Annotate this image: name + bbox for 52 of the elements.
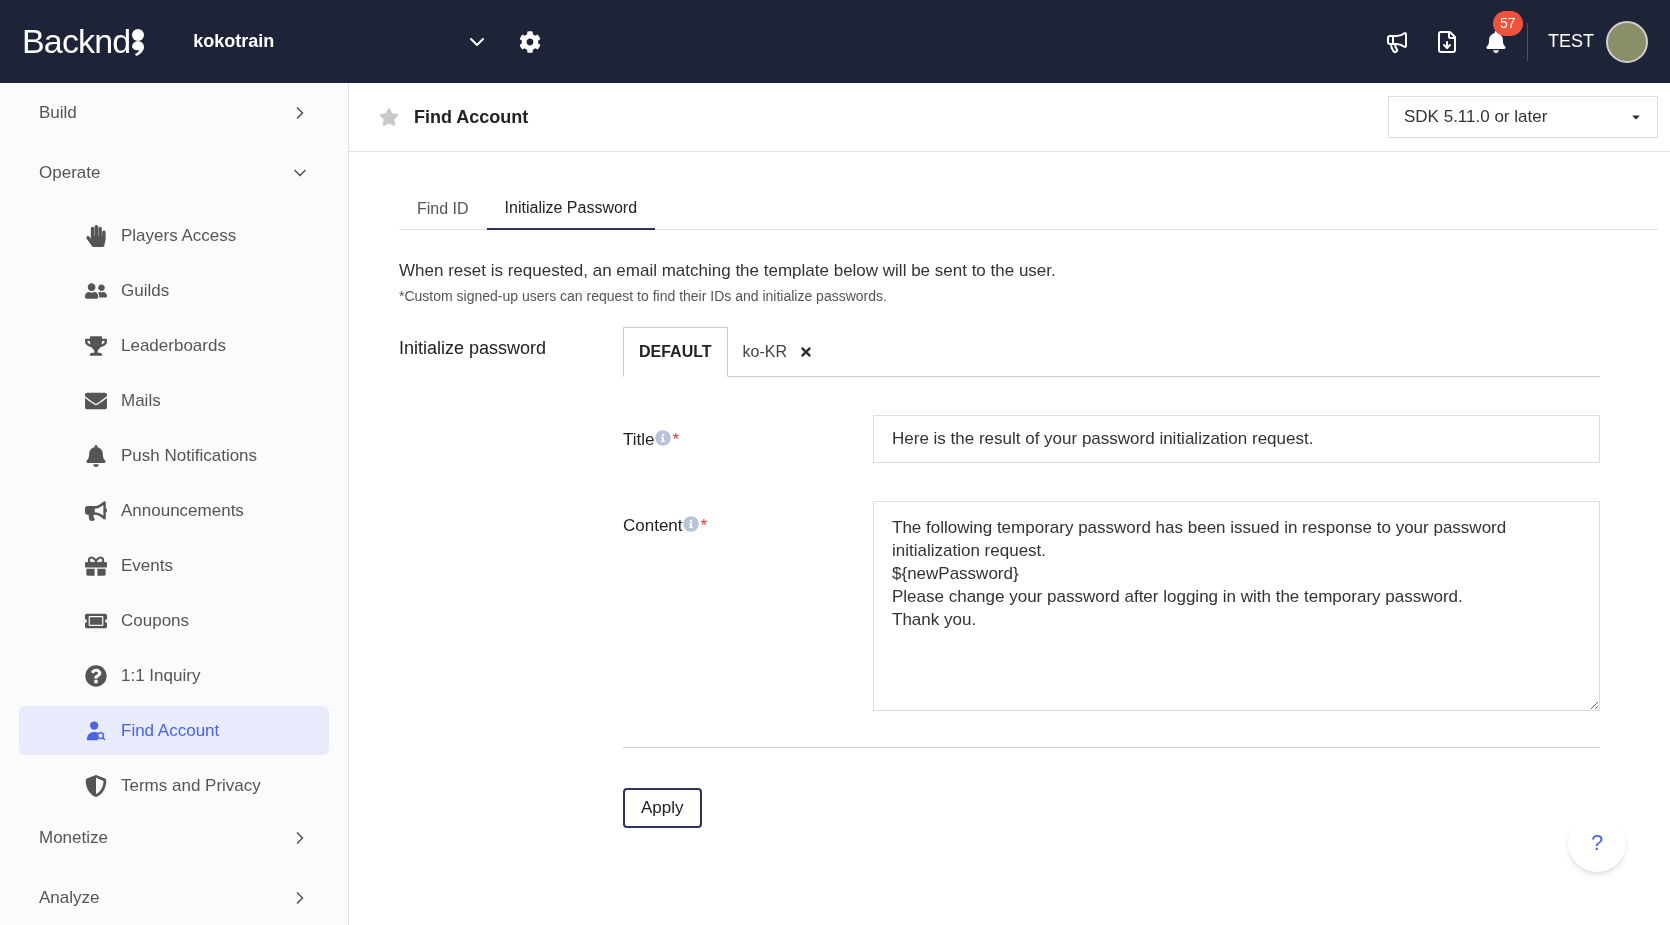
sidebar-item[interactable]: Coupons (19, 596, 329, 645)
title-field[interactable]: Here is the result of your password initialization request. (873, 414, 1600, 463)
language-tab[interactable]: DEFAULT (623, 326, 728, 377)
field-label: Content (623, 514, 683, 537)
sidebar-item[interactable]: Find Account (19, 706, 329, 755)
logo: Backnd (22, 21, 131, 62)
description: When reset is requested, an email matching the template below will be sent to the user. (399, 260, 1057, 282)
user-search-icon (85, 719, 107, 742)
sidebar-item[interactable]: Announcements (19, 486, 329, 535)
avatar[interactable] (1606, 20, 1648, 63)
required-mark: * (672, 428, 680, 451)
sdk-select[interactable]: SDK 5.11.0 or later (1388, 96, 1658, 138)
sidebar-section[interactable]: Monetize (0, 816, 348, 860)
sidebar-item[interactable]: Leaderboards (19, 321, 329, 370)
language-tab[interactable]: ko-KR (727, 326, 829, 377)
trophy-icon (85, 334, 107, 357)
sidebar-item[interactable]: Events (19, 541, 329, 590)
shield-icon (85, 774, 107, 797)
notification-badge: 57 (1493, 10, 1523, 36)
section-label: Initialize password (399, 336, 548, 360)
required-mark: * (700, 514, 708, 537)
page-title: Find Account (414, 105, 529, 129)
help-button[interactable]: ? (1568, 813, 1626, 872)
megaphone-icon[interactable] (1385, 29, 1409, 54)
sidebar-item[interactable]: Guilds (19, 266, 329, 315)
notification-bell-icon[interactable] (1485, 30, 1507, 53)
megaphone-icon (85, 499, 107, 522)
sidebar-item[interactable]: Mails (19, 376, 329, 425)
question-icon (85, 664, 107, 687)
document-download-icon[interactable] (1435, 29, 1459, 54)
apply-button[interactable]: Apply (623, 787, 702, 828)
tab[interactable]: Find ID (399, 188, 487, 230)
hand-icon (85, 224, 107, 247)
sidebar-section[interactable]: Operate (0, 151, 348, 195)
sidebar-item[interactable]: Push Notifications (19, 431, 329, 480)
project-name: kokotrain (193, 30, 276, 53)
sidebar-section[interactable]: Analyze (0, 876, 348, 920)
bell-icon (85, 444, 107, 467)
note: *Custom signed-up users can request to find their IDs and initialize passwords. (399, 286, 888, 306)
tab[interactable]: Initialize Password (486, 188, 656, 230)
star-icon[interactable] (379, 107, 399, 127)
field-label: Title (623, 428, 655, 451)
sidebar-section[interactable]: Build (0, 91, 348, 135)
settings-icon[interactable] (519, 30, 542, 53)
gift-icon (85, 554, 107, 577)
logo-mark-icon (131, 26, 146, 57)
sidebar-item[interactable]: Terms and Privacy (19, 761, 329, 810)
content-field[interactable]: The following temporary password has been issued in response to your password initialization request. ${newPassword} Please change your password after logging in with the temporary password. Thank you. (873, 500, 1600, 711)
sidebar-item[interactable]: 1:1 Inquiry (19, 651, 329, 700)
close-icon[interactable] (799, 344, 814, 359)
user-name: TEST (1548, 30, 1594, 53)
sidebar-item[interactable]: Players Access (19, 211, 329, 260)
